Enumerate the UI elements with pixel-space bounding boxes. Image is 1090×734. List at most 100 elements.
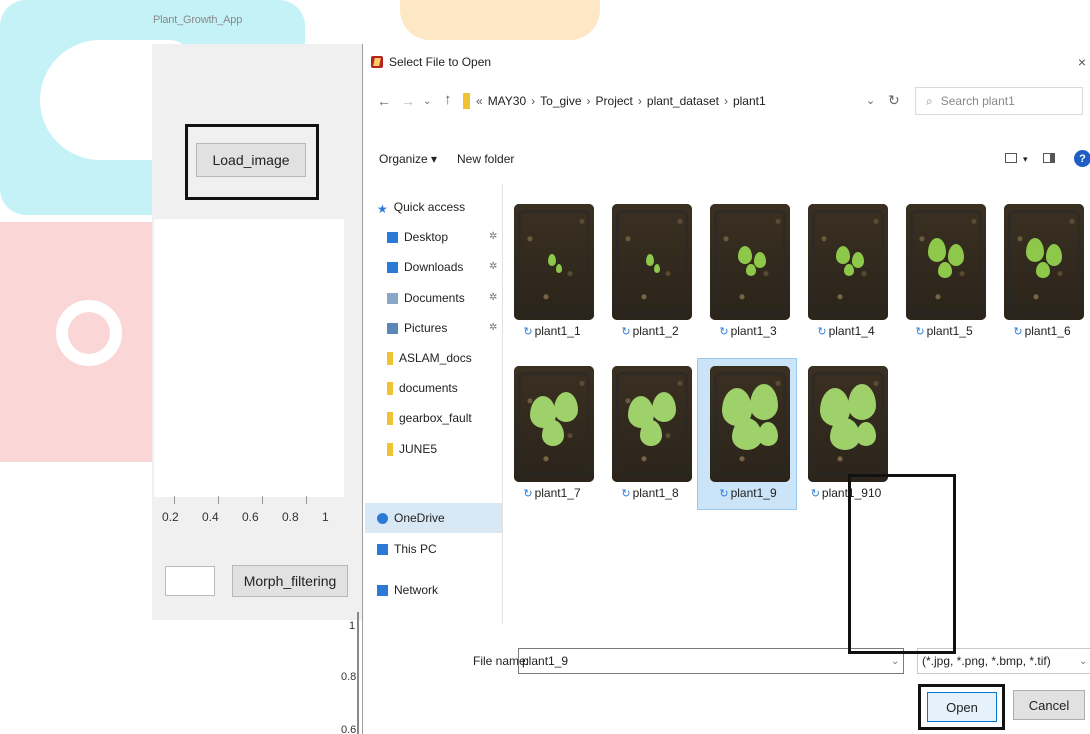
value-field[interactable]	[165, 566, 215, 596]
documents-icon	[387, 292, 398, 304]
sidebar-item-label: Pictures	[404, 321, 448, 335]
breadcrumb-project[interactable]: Project	[596, 94, 633, 108]
sync-icon: ↻	[719, 326, 729, 338]
file-item[interactable]: ↻ plant1_9	[697, 356, 797, 510]
refresh-icon[interactable]: ↻	[888, 92, 900, 109]
file-name-label: ↻ plant1_6	[993, 324, 1090, 338]
file-name: plant1_9	[730, 486, 777, 500]
file-name: plant1_1	[534, 324, 581, 338]
file-name-dropdown-icon[interactable]: ⌄	[891, 656, 899, 667]
matlab-icon	[371, 56, 383, 68]
recent-locations-chevron-icon[interactable]: ⌄	[423, 96, 431, 107]
file-item[interactable]: ↻ plant1_5	[895, 194, 993, 344]
file-item[interactable]: ↻ plant1_6	[993, 194, 1090, 344]
open-button-highlight: Open	[918, 684, 1005, 730]
organize-menu[interactable]: Organize ▾	[379, 152, 437, 166]
file-item[interactable]: ↻ plant1_7	[503, 356, 601, 506]
sidebar-item[interactable]: Downloads	[387, 256, 463, 278]
sidebar-item[interactable]: This PC	[377, 538, 437, 560]
forward-arrow-icon[interactable]: →	[401, 93, 415, 109]
dialog-title: Select File to Open	[389, 55, 492, 69]
file-name: plant1_5	[926, 324, 973, 338]
pictures-icon	[387, 322, 398, 334]
x-tick-label: 0.4	[202, 510, 219, 524]
file-name: plant1_2	[632, 324, 679, 338]
star-icon: ★	[377, 201, 388, 216]
sync-icon: ↻	[719, 488, 729, 500]
sidebar-item-label: Quick access	[393, 200, 466, 214]
sidebar-item[interactable]: documents	[387, 377, 458, 399]
file-type-dropdown-icon[interactable]: ⌄	[1079, 656, 1087, 667]
sidebar-item[interactable]: Pictures	[387, 317, 447, 339]
folder-icon	[463, 93, 470, 109]
file-thumbnail	[1004, 204, 1084, 320]
pin-icon[interactable]: ✲	[489, 261, 497, 272]
folder-icon	[387, 411, 393, 425]
sidebar-item[interactable]: Desktop	[387, 226, 448, 248]
close-icon[interactable]: ×	[1078, 54, 1086, 70]
sidebar-item[interactable]: JUNE5	[387, 438, 437, 460]
app-panel: Load_image 0.2 0.4 0.6 0.8 1 Morph_filte…	[152, 44, 364, 620]
view-options-icon[interactable]	[1005, 153, 1017, 163]
file-item[interactable]: ↻ plant1_1	[503, 194, 601, 344]
file-item[interactable]: ↻ plant1_8	[601, 356, 699, 506]
sidebar-item-label: This PC	[394, 542, 437, 556]
breadcrumb-separator: ›	[637, 94, 642, 108]
breadcrumb-plant-dataset[interactable]: plant_dataset	[647, 94, 719, 108]
file-name-label: ↻ plant1_5	[895, 324, 993, 338]
file-thumbnail	[514, 366, 594, 482]
file-name-label: ↻ plant1_2	[601, 324, 699, 338]
image-axes	[154, 219, 344, 497]
sidebar-item[interactable]: gearbox_fault	[387, 407, 472, 429]
file-name-label: ↻ plant1_1	[503, 324, 601, 338]
preview-pane-icon[interactable]	[1043, 153, 1055, 163]
help-icon[interactable]: ?	[1074, 150, 1090, 167]
sync-icon: ↻	[1013, 326, 1023, 338]
up-arrow-icon[interactable]: ↑	[444, 91, 452, 108]
file-item[interactable]: ↻ plant1_4	[797, 194, 895, 344]
breadcrumb-to-give[interactable]: To_give	[540, 94, 581, 108]
sidebar-item-label: Documents	[404, 291, 465, 305]
breadcrumb-may30[interactable]: MAY30	[488, 94, 526, 108]
sync-icon: ↻	[523, 488, 533, 500]
open-button[interactable]: Open	[927, 692, 997, 722]
sidebar-item[interactable]: Documents	[387, 287, 465, 309]
file-thumbnail	[906, 204, 986, 320]
x-tick-label: 0.8	[282, 510, 299, 524]
sync-icon: ↻	[621, 488, 631, 500]
file-item[interactable]: ↻ plant1_2	[601, 194, 699, 344]
path-overflow[interactable]: «	[476, 94, 483, 108]
view-dropdown-icon[interactable]: ▾	[1023, 154, 1028, 165]
x-tick-label: 1	[322, 510, 329, 524]
morph-filtering-button[interactable]: Morph_filtering	[232, 565, 348, 597]
file-thumbnail	[514, 204, 594, 320]
new-folder-button[interactable]: New folder	[457, 152, 514, 166]
file-item[interactable]: ↻ plant1_3	[699, 194, 797, 344]
back-arrow-icon[interactable]: ←	[377, 93, 391, 109]
load-image-button[interactable]: Load_image	[196, 143, 306, 177]
search-input[interactable]: ⌕ Search plant1	[915, 87, 1083, 115]
network-icon	[377, 584, 388, 596]
sidebar-item[interactable]: Network	[377, 579, 438, 601]
sidebar-item[interactable]: OneDrive	[377, 507, 445, 529]
x-tick-label: 0.2	[162, 510, 179, 524]
desktop-icon	[387, 231, 398, 243]
x-tick-mark	[262, 496, 263, 504]
sidebar-item[interactable]: ASLAM_docs	[387, 347, 472, 369]
breadcrumb-separator: ›	[531, 94, 536, 108]
address-bar[interactable]: « MAY30 › To_give › Project › plant_data…	[459, 85, 899, 117]
cancel-button[interactable]: Cancel	[1013, 690, 1085, 720]
file-name-label: ↻ plant1_8	[601, 486, 699, 500]
y-tick-label: 0.6	[341, 724, 357, 734]
pin-icon[interactable]: ✲	[489, 322, 497, 333]
pin-icon[interactable]: ✲	[489, 292, 497, 303]
breadcrumb-plant1[interactable]: plant1	[733, 94, 766, 108]
sidebar-item[interactable]: ★ Quick access	[377, 196, 465, 218]
file-name-field[interactable]: plant1_9	[518, 648, 904, 674]
sidebar-item-label: Desktop	[404, 230, 449, 244]
cloud-icon	[377, 512, 388, 524]
breadcrumb-separator: ›	[723, 94, 728, 108]
x-axis-ticks: 0.2 0.4 0.6 0.8 1	[162, 510, 362, 524]
pin-icon[interactable]: ✲	[489, 231, 497, 242]
address-dropdown-icon[interactable]: ⌄	[866, 94, 875, 107]
